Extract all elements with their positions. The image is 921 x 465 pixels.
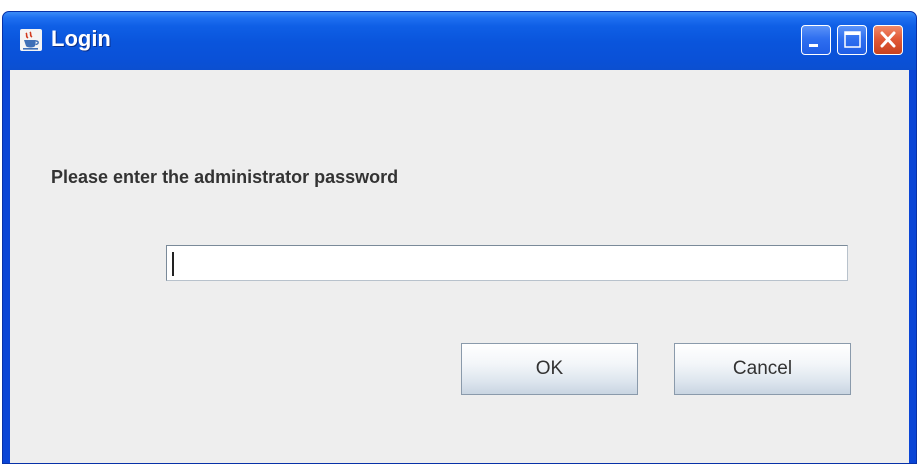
minimize-button[interactable] bbox=[801, 25, 831, 55]
dialog-body: Please enter the administrator password … bbox=[10, 70, 909, 463]
close-button[interactable] bbox=[873, 25, 903, 55]
maximize-icon bbox=[844, 31, 861, 48]
password-prompt-label: Please enter the administrator password bbox=[51, 167, 399, 187]
minimize-icon bbox=[809, 44, 818, 47]
text-caret bbox=[172, 252, 174, 276]
title-bar[interactable]: Login bbox=[3, 12, 916, 70]
password-field[interactable] bbox=[166, 245, 848, 281]
java-cup-icon[interactable] bbox=[20, 29, 42, 51]
window-title: Login bbox=[51, 26, 111, 51]
cancel-button[interactable]: Cancel bbox=[674, 343, 851, 395]
maximize-button[interactable] bbox=[837, 25, 867, 55]
close-icon bbox=[880, 31, 896, 48]
ok-button[interactable]: OK bbox=[461, 343, 638, 395]
login-dialog-window: Login Please enter the administrator pas… bbox=[2, 11, 917, 464]
